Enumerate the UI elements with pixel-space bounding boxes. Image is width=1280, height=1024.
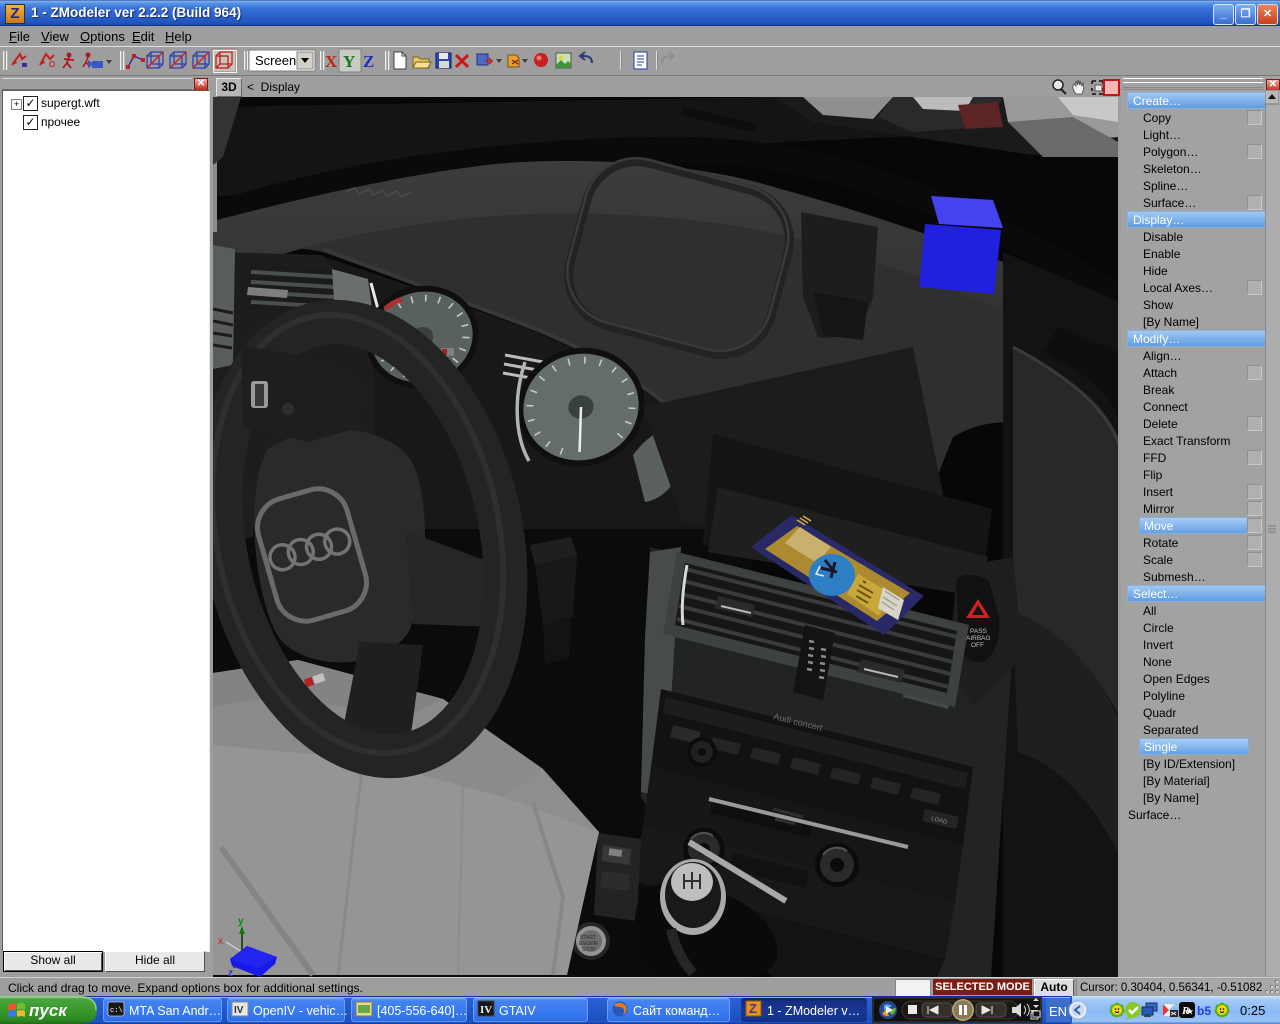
svg-text:Y: Y [343, 52, 355, 71]
svg-text:IV: IV [480, 1004, 492, 1016]
svg-text:Z: Z [749, 1001, 757, 1016]
svg-text:MTA San Andr…: MTA San Andr… [129, 1004, 221, 1018]
svg-text:OFF: OFF [971, 642, 984, 649]
svg-text:PASS: PASS [970, 628, 988, 635]
svg-text:1 - ZModeler v…: 1 - ZModeler v… [767, 1004, 860, 1018]
svg-text:STOP: STOP [582, 947, 596, 953]
svg-text:AIRBAG: AIRBAG [966, 635, 991, 642]
svg-text:y: y [238, 916, 244, 927]
svg-text:z: z [228, 968, 233, 977]
svg-text:x: x [218, 936, 223, 947]
svg-text:Сайт команд…: Сайт команд… [633, 1004, 720, 1018]
svg-text:EN: EN [1049, 1004, 1067, 1019]
svg-text:c:\: c:\ [110, 1007, 123, 1015]
svg-text:IV: IV [234, 1005, 244, 1016]
svg-text:GTAIV: GTAIV [499, 1004, 536, 1018]
svg-text:Screen: Screen [255, 53, 296, 68]
svg-text:0:25: 0:25 [1240, 1003, 1265, 1018]
svg-text:OpenIV - vehic…: OpenIV - vehic… [253, 1004, 348, 1018]
svg-text:Z: Z [363, 52, 374, 71]
svg-text:пуск: пуск [29, 1001, 68, 1020]
svg-text:[405-556-640]…: [405-556-640]… [377, 1004, 467, 1018]
svg-text:X: X [325, 52, 338, 71]
svg-text:b5: b5 [1197, 1004, 1211, 1018]
